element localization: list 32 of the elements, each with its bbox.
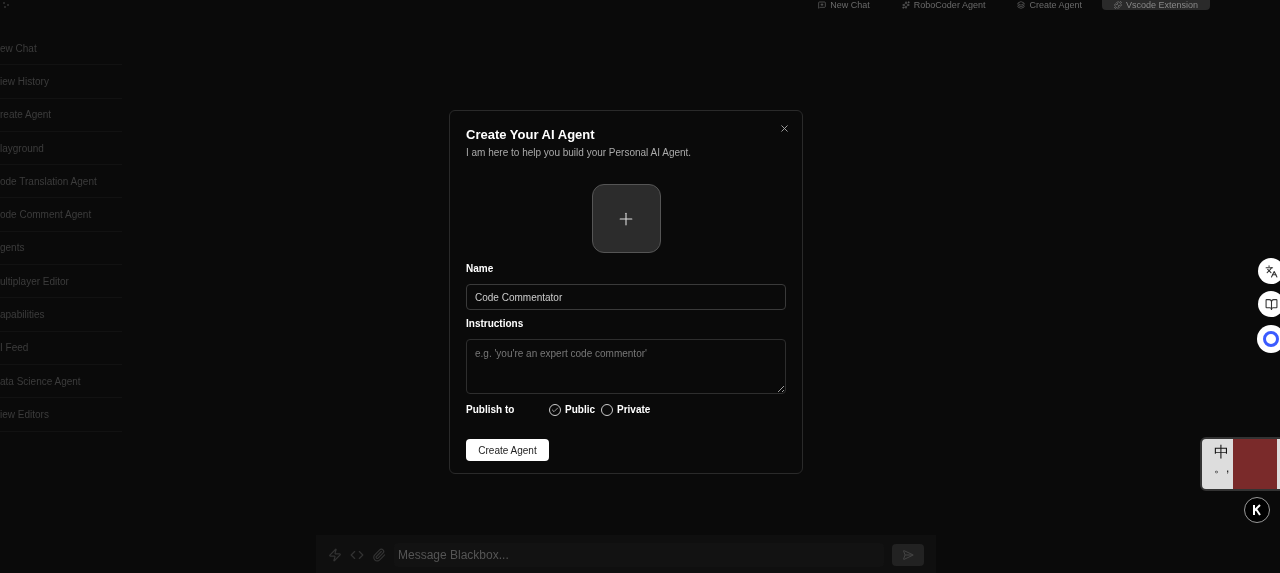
nav-icon — [1113, 1, 1122, 9]
instructions-label: Instructions — [466, 317, 525, 331]
top-nav-button[interactable]: RoboCoder Agent — [889, 0, 998, 10]
visibility-radio[interactable]: Private — [601, 402, 651, 417]
book-icon[interactable] — [1258, 291, 1280, 317]
avatar-upload-button[interactable] — [591, 184, 661, 253]
translate-icon[interactable] — [1258, 258, 1280, 284]
extension-logo-icon[interactable] — [1257, 325, 1280, 353]
publish-label: Publish to — [466, 403, 516, 417]
create-agent-button[interactable]: Create Agent — [466, 439, 549, 461]
ime-mode-text: 中 — [1214, 443, 1230, 461]
photo-placeholder — [1233, 439, 1278, 489]
instructions-input[interactable]: e.g. 'you're an expert code commentor' — [466, 339, 786, 394]
name-label: Name — [466, 262, 495, 276]
logo-icon — [2, 1, 12, 9]
close-button[interactable] — [779, 123, 790, 134]
send-icon — [902, 549, 914, 561]
dialog-subtitle: I am here to help you build your Personal AI Agent. — [466, 146, 693, 160]
ime-punct-text: 。, — [1214, 461, 1230, 475]
top-nav-button[interactable]: Vscode Extension — [1101, 0, 1210, 10]
visibility-radio[interactable]: Public — [549, 402, 595, 417]
nav-icon — [901, 1, 910, 9]
message-composer[interactable]: Message Blackbox... — [316, 535, 936, 573]
nav-icon — [1017, 1, 1026, 9]
paperclip-icon[interactable] — [372, 548, 386, 562]
name-input[interactable]: Code Commentator — [466, 284, 786, 310]
dialog-title: Create Your AI Agent — [466, 127, 596, 143]
ime-widget[interactable]: 中 。, — [1200, 437, 1280, 491]
nav-icon — [818, 1, 827, 9]
top-nav-button[interactable]: Create Agent — [1005, 0, 1094, 10]
top-nav-button[interactable]: New Chat — [806, 0, 882, 10]
k-logo-icon[interactable] — [1244, 497, 1270, 523]
